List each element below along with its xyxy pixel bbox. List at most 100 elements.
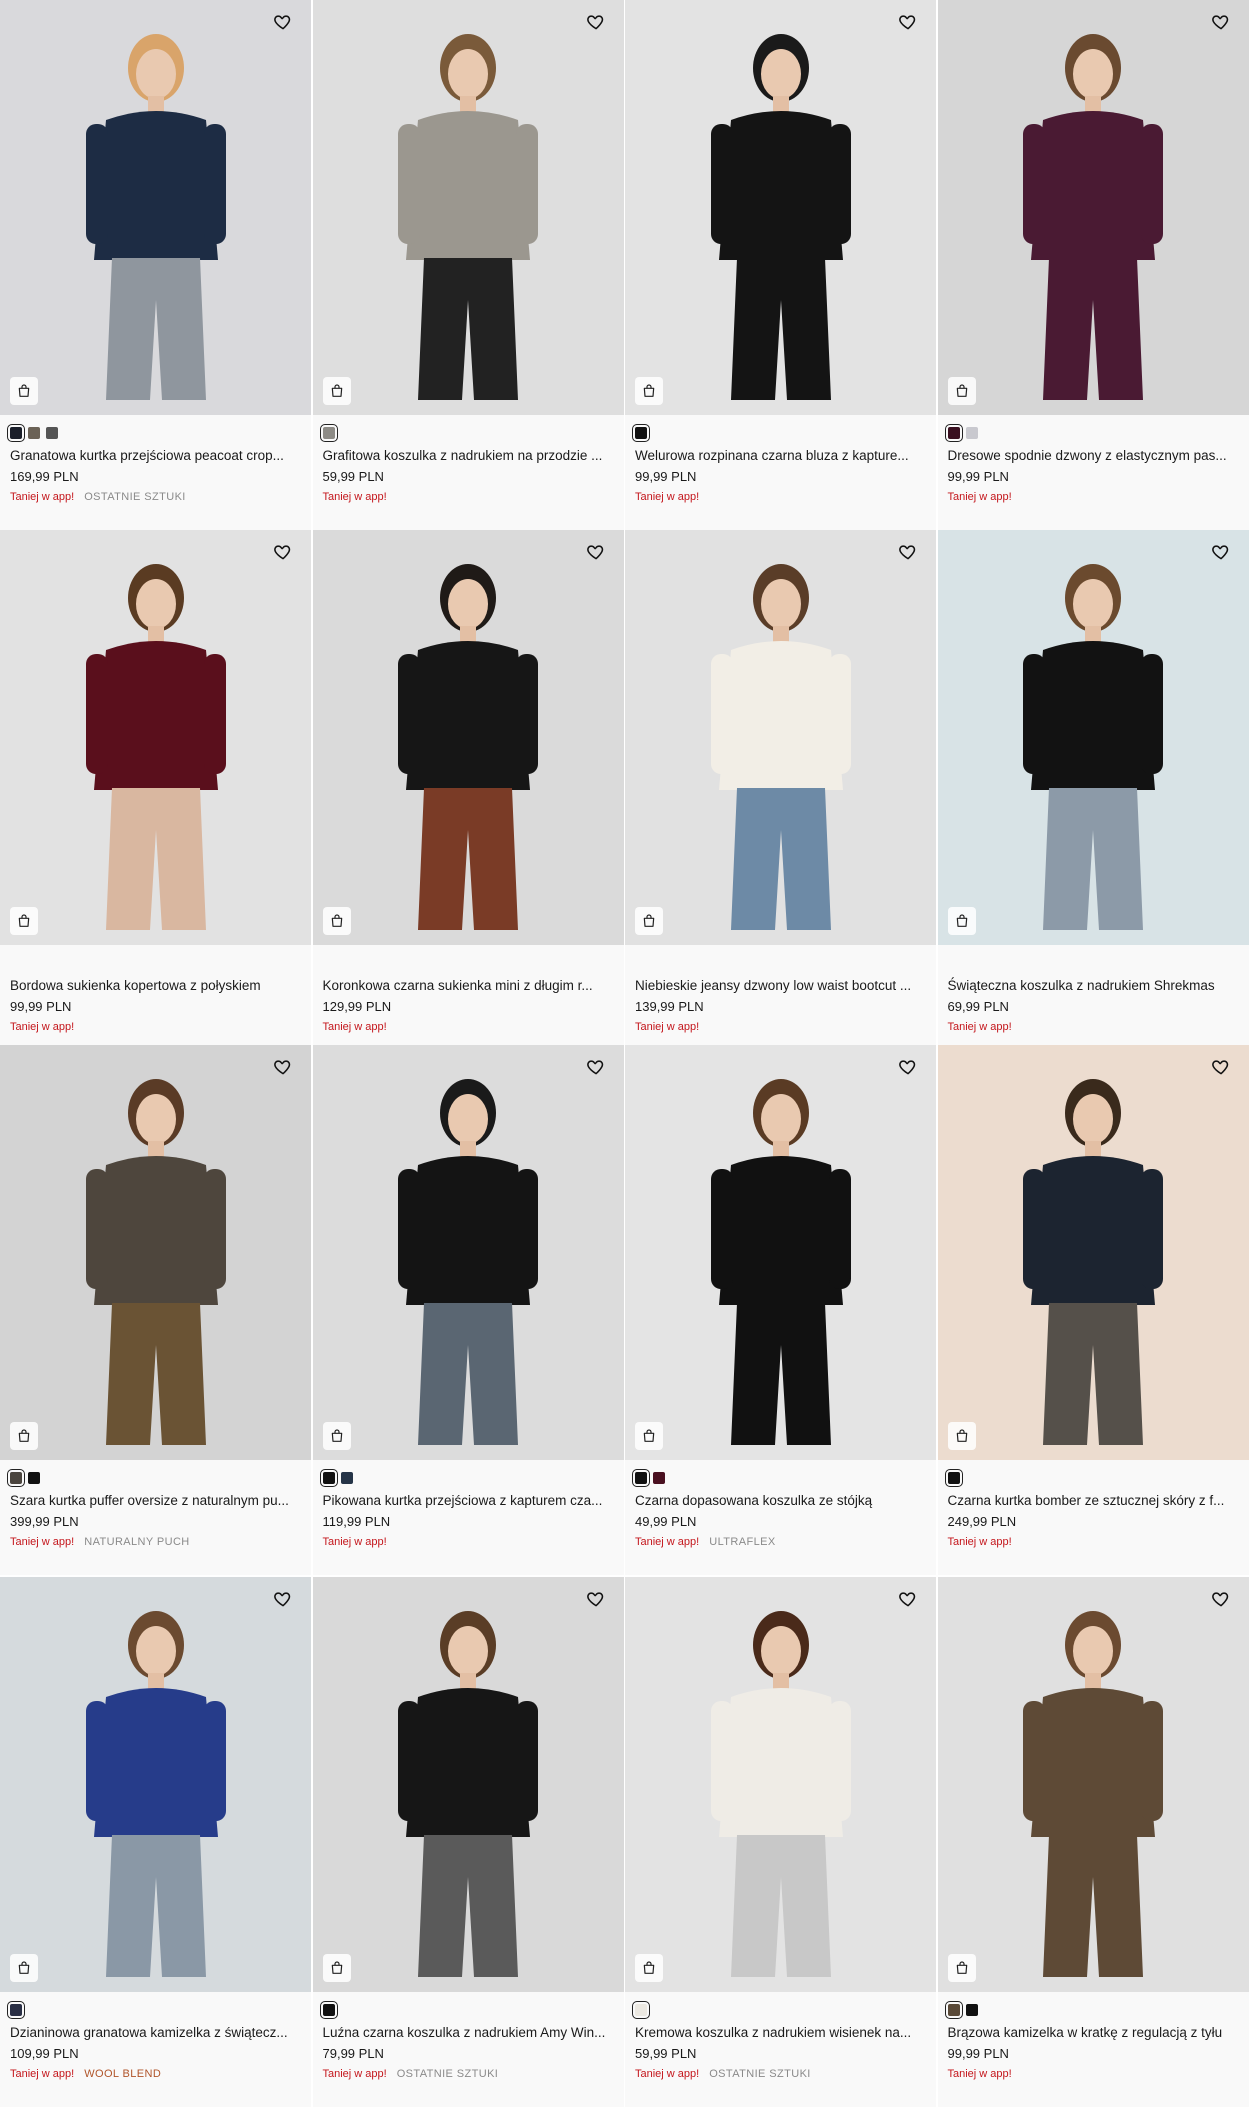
color-swatch[interactable]: [46, 427, 58, 439]
color-swatch[interactable]: [965, 427, 978, 439]
color-swatch[interactable]: [944, 1469, 963, 1487]
product-name[interactable]: Brązowa kamizelka w kratkę z regulacją z…: [948, 2024, 1239, 2042]
product-card[interactable]: Koronkowa czarna sukienka mini z długim …: [312, 530, 624, 1060]
product-name[interactable]: Grafitowa koszulka z nadrukiem na przodz…: [323, 447, 614, 465]
product-name[interactable]: Niebieskie jeansy dzwony low waist bootc…: [635, 977, 926, 995]
product-card[interactable]: Bordowa sukienka kopertowa z połyskiem 99…: [0, 530, 311, 1060]
color-swatch[interactable]: [944, 424, 963, 442]
product-photo[interactable]: [312, 1045, 624, 1460]
heart-icon[interactable]: [898, 12, 924, 38]
color-swatch[interactable]: [319, 2001, 338, 2019]
product-card[interactable]: Welurowa rozpinana czarna bluza z kaptur…: [625, 0, 936, 530]
heart-icon[interactable]: [586, 542, 612, 568]
product-photo[interactable]: [937, 530, 1249, 945]
heart-icon[interactable]: [586, 1057, 612, 1083]
heart-icon[interactable]: [1211, 1057, 1237, 1083]
shopping-bag-icon[interactable]: [10, 907, 38, 935]
product-photo[interactable]: [312, 1577, 624, 1992]
product-card[interactable]: Dresowe spodnie dzwony z elastycznym pas…: [937, 0, 1249, 530]
shopping-bag-icon[interactable]: [322, 907, 351, 935]
heart-icon[interactable]: [586, 12, 612, 38]
color-swatch[interactable]: [28, 1472, 40, 1484]
product-card[interactable]: Czarna dopasowana koszulka ze stójką 49,9…: [625, 1045, 936, 1575]
product-photo[interactable]: [625, 530, 936, 945]
shopping-bag-icon[interactable]: [10, 1422, 38, 1450]
product-card[interactable]: Brązowa kamizelka w kratkę z regulacją z…: [937, 1577, 1249, 2107]
shopping-bag-icon[interactable]: [10, 377, 38, 405]
heart-icon[interactable]: [898, 1589, 924, 1615]
product-name[interactable]: Czarna dopasowana koszulka ze stójką: [635, 1492, 926, 1510]
product-name[interactable]: Szara kurtka puffer oversize z naturalny…: [10, 1492, 301, 1510]
product-photo[interactable]: [312, 530, 624, 945]
product-photo[interactable]: [312, 0, 624, 415]
shopping-bag-icon[interactable]: [947, 907, 976, 935]
product-card[interactable]: Niebieskie jeansy dzwony low waist bootc…: [625, 530, 936, 1060]
product-card[interactable]: Świąteczna koszulka z nadrukiem Shrekmas…: [937, 530, 1249, 1060]
color-swatch[interactable]: [319, 424, 338, 442]
shopping-bag-icon[interactable]: [947, 1954, 976, 1982]
heart-icon[interactable]: [273, 1589, 299, 1615]
product-name[interactable]: Świąteczna koszulka z nadrukiem Shrekmas: [948, 977, 1239, 995]
product-name[interactable]: Czarna kurtka bomber ze sztucznej skóry …: [948, 1492, 1239, 1510]
product-card[interactable]: Luźna czarna koszulka z nadrukiem Amy Wi…: [312, 1577, 624, 2107]
color-swatch[interactable]: [7, 424, 25, 442]
color-swatch[interactable]: [653, 1472, 665, 1484]
heart-icon[interactable]: [1211, 1589, 1237, 1615]
product-photo[interactable]: [625, 1577, 936, 1992]
product-photo[interactable]: [937, 1577, 1249, 1992]
heart-icon[interactable]: [1211, 542, 1237, 568]
product-name[interactable]: Luźna czarna koszulka z nadrukiem Amy Wi…: [323, 2024, 614, 2042]
product-photo[interactable]: [937, 0, 1249, 415]
product-card[interactable]: Czarna kurtka bomber ze sztucznej skóry …: [937, 1045, 1249, 1575]
shopping-bag-icon[interactable]: [10, 1954, 38, 1982]
product-photo[interactable]: [625, 0, 936, 415]
product-name[interactable]: Koronkowa czarna sukienka mini z długim …: [323, 977, 614, 995]
product-photo[interactable]: [0, 530, 311, 945]
product-name[interactable]: Kremowa koszulka z nadrukiem wisienek na…: [635, 2024, 926, 2042]
color-swatch[interactable]: [632, 2001, 650, 2019]
product-name[interactable]: Pikowana kurtka przejściowa z kapturem c…: [323, 1492, 614, 1510]
product-name[interactable]: Welurowa rozpinana czarna bluza z kaptur…: [635, 447, 926, 465]
shopping-bag-icon[interactable]: [322, 377, 351, 405]
heart-icon[interactable]: [273, 12, 299, 38]
heart-icon[interactable]: [586, 1589, 612, 1615]
product-photo[interactable]: [625, 1045, 936, 1460]
product-name[interactable]: Dzianinowa granatowa kamizelka z świątec…: [10, 2024, 301, 2042]
product-photo[interactable]: [0, 1045, 311, 1460]
product-photo[interactable]: [0, 0, 311, 415]
product-card[interactable]: Dzianinowa granatowa kamizelka z świątec…: [0, 1577, 311, 2107]
shopping-bag-icon[interactable]: [635, 1954, 663, 1982]
color-swatch[interactable]: [632, 1469, 650, 1487]
color-swatch[interactable]: [7, 2001, 25, 2019]
color-swatch[interactable]: [7, 1469, 25, 1487]
heart-icon[interactable]: [1211, 12, 1237, 38]
product-photo[interactable]: [0, 1577, 311, 1992]
shopping-bag-icon[interactable]: [322, 1954, 351, 1982]
product-card[interactable]: Grafitowa koszulka z nadrukiem na przodz…: [312, 0, 624, 530]
heart-icon[interactable]: [273, 542, 299, 568]
shopping-bag-icon[interactable]: [947, 377, 976, 405]
product-name[interactable]: Bordowa sukienka kopertowa z połyskiem: [10, 977, 301, 995]
shopping-bag-icon[interactable]: [947, 1422, 976, 1450]
color-swatch[interactable]: [28, 427, 40, 439]
product-photo[interactable]: [937, 1045, 1249, 1460]
color-swatch[interactable]: [632, 424, 650, 442]
color-swatch[interactable]: [319, 1469, 338, 1487]
shopping-bag-icon[interactable]: [635, 907, 663, 935]
color-swatch[interactable]: [965, 2004, 978, 2016]
product-card[interactable]: Kremowa koszulka z nadrukiem wisienek na…: [625, 1577, 936, 2107]
shopping-bag-icon[interactable]: [322, 1422, 351, 1450]
shopping-bag-icon[interactable]: [635, 1422, 663, 1450]
heart-icon[interactable]: [898, 1057, 924, 1083]
product-name[interactable]: Dresowe spodnie dzwony z elastycznym pas…: [948, 447, 1239, 465]
heart-icon[interactable]: [898, 542, 924, 568]
product-card[interactable]: Szara kurtka puffer oversize z naturalny…: [0, 1045, 311, 1575]
heart-icon[interactable]: [273, 1057, 299, 1083]
product-card[interactable]: Granatowa kurtka przejściowa peacoat cro…: [0, 0, 311, 530]
color-swatch[interactable]: [944, 2001, 963, 2019]
product-price: 99,99 PLN: [635, 469, 697, 484]
shopping-bag-icon[interactable]: [635, 377, 663, 405]
product-name[interactable]: Granatowa kurtka przejściowa peacoat cro…: [10, 447, 301, 465]
product-card[interactable]: Pikowana kurtka przejściowa z kapturem c…: [312, 1045, 624, 1575]
color-swatch[interactable]: [340, 1472, 353, 1484]
